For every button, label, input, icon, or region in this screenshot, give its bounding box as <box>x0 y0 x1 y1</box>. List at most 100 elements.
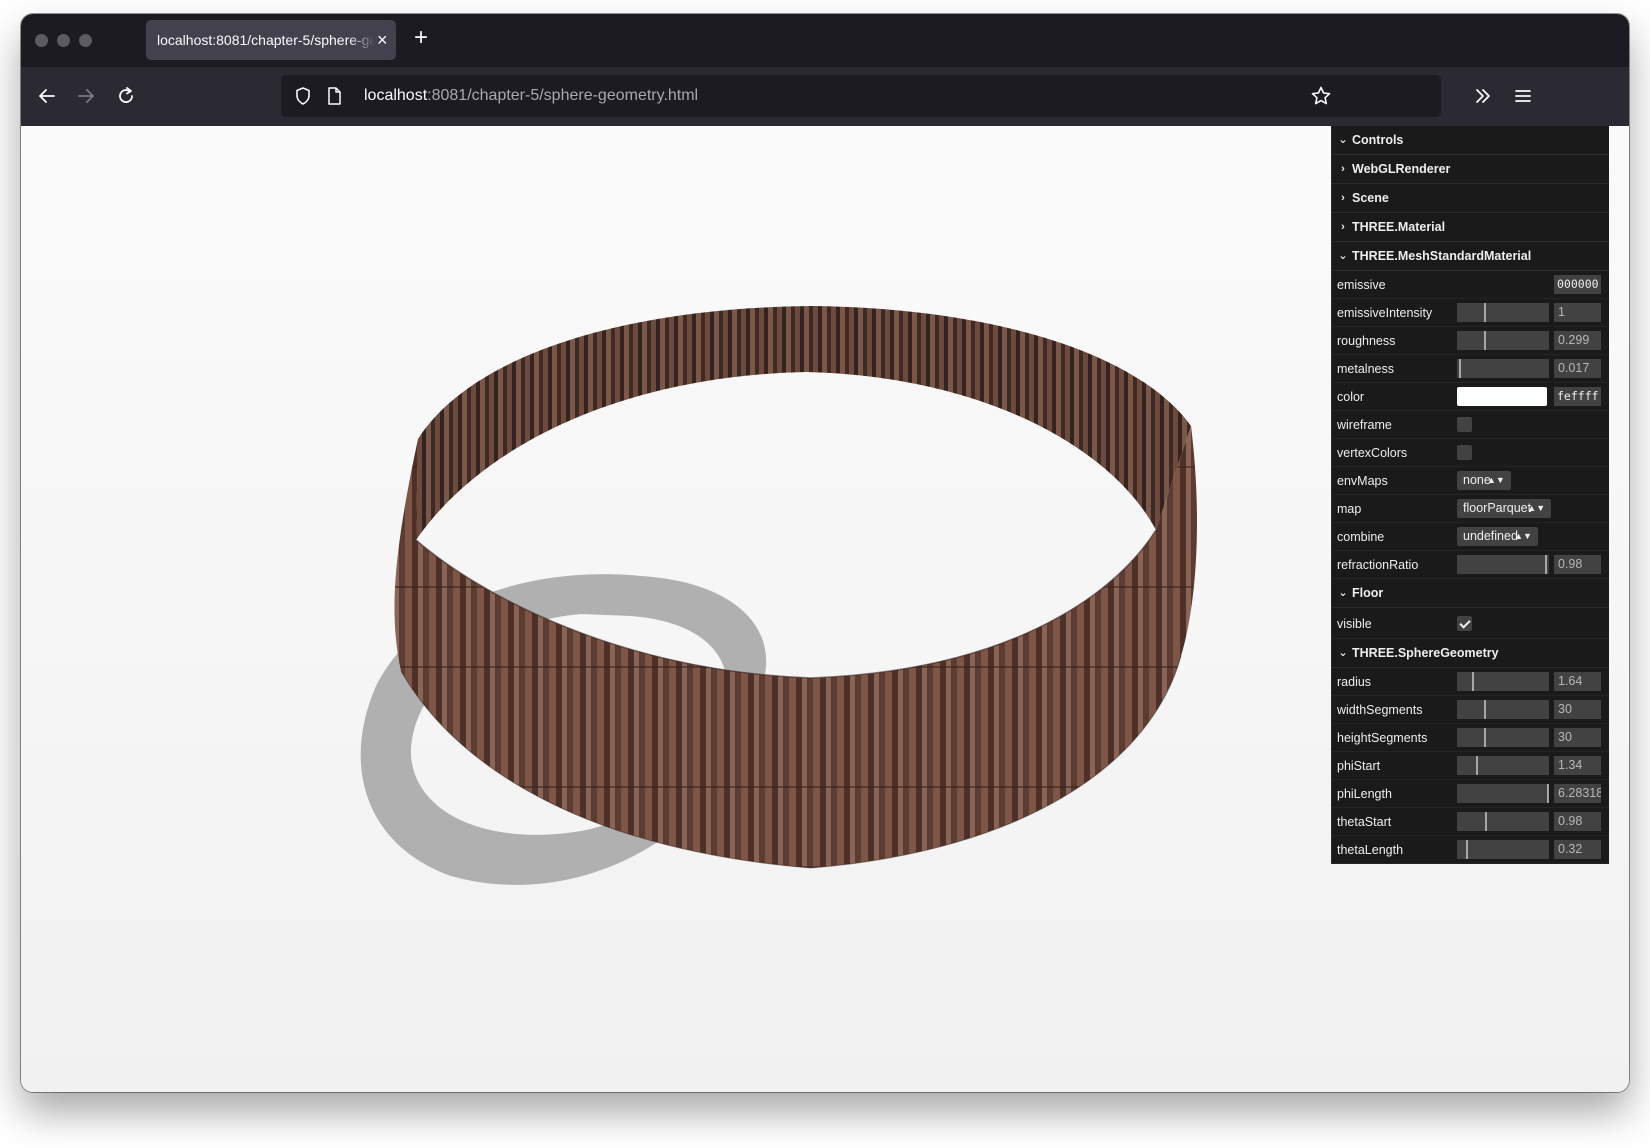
thetastart-slider[interactable] <box>1457 812 1549 831</box>
emissive-label: emissive <box>1337 278 1386 292</box>
vertexcolors-checkbox[interactable] <box>1457 445 1472 460</box>
philength-slider[interactable] <box>1457 784 1549 803</box>
folder-three-material[interactable]: › THREE.Material <box>1332 213 1609 242</box>
thetalength-slider[interactable] <box>1457 840 1549 859</box>
envmaps-select[interactable]: none ▲▼ <box>1457 471 1511 490</box>
combine-select[interactable]: undefined ▲▼ <box>1457 527 1538 546</box>
thetastart-label: thetaStart <box>1337 815 1392 829</box>
tab-close-icon[interactable]: × <box>377 31 388 49</box>
shield-icon[interactable] <box>293 86 313 106</box>
control-heightsegments: heightSegments 30 <box>1332 724 1609 752</box>
slider-thumb[interactable] <box>1485 812 1487 831</box>
folder-scene[interactable]: › Scene <box>1332 184 1609 213</box>
control-philength: phiLength 6.28318 <box>1332 780 1609 808</box>
map-select[interactable]: floorParquet ▲▼ <box>1457 499 1552 518</box>
folder-webglrenderer[interactable]: › WebGLRenderer <box>1332 155 1609 184</box>
refractionratio-input[interactable]: 0.98 <box>1554 555 1601 574</box>
combine-label: combine <box>1337 530 1385 544</box>
roughness-input[interactable]: 0.299 <box>1554 331 1601 350</box>
url-host: localhost <box>364 87 428 104</box>
select-arrows-icon: ▲▼ <box>1486 475 1505 485</box>
select-arrows-icon: ▲▼ <box>1514 531 1532 541</box>
page-icon[interactable] <box>325 86 343 106</box>
hamburger-menu-icon[interactable] <box>1512 85 1534 107</box>
folder-meshstandardmaterial[interactable]: ⌄ THREE.MeshStandardMaterial <box>1332 242 1609 271</box>
slider-thumb[interactable] <box>1547 784 1549 803</box>
wireframe-checkbox[interactable] <box>1457 417 1472 432</box>
chevron-right-icon: › <box>1341 163 1345 175</box>
widthsegments-label: widthSegments <box>1337 703 1423 717</box>
address-bar[interactable]: localhost:8081/chapter-5/sphere-geometry… <box>281 75 1441 117</box>
heightsegments-label: heightSegments <box>1337 731 1428 745</box>
radius-slider[interactable] <box>1457 672 1549 691</box>
philength-label: phiLength <box>1337 787 1392 801</box>
emissive-input[interactable]: 000000 <box>1554 275 1601 294</box>
browser-tab[interactable]: localhost:8081/chapter-5/sphere-geometry… <box>146 20 396 60</box>
radius-label: radius <box>1337 675 1372 689</box>
back-arrow-icon[interactable] <box>36 85 58 107</box>
url-path: :8081/chapter-5/sphere-geometry.html <box>427 87 699 104</box>
slider-thumb[interactable] <box>1484 331 1486 350</box>
wireframe-label: wireframe <box>1337 418 1392 432</box>
control-envmaps: envMaps none ▲▼ <box>1332 467 1609 495</box>
emissiveintensity-input[interactable]: 1 <box>1554 303 1601 322</box>
emissiveintensity-slider[interactable] <box>1457 303 1549 322</box>
slider-thumb[interactable] <box>1459 359 1461 378</box>
control-roughness: roughness 0.299 <box>1332 327 1609 355</box>
slider-thumb[interactable] <box>1484 700 1486 719</box>
control-metalness: metalness 0.017 <box>1332 355 1609 383</box>
thetalength-input[interactable]: 0.32 <box>1554 840 1601 859</box>
control-wireframe: wireframe <box>1332 411 1609 439</box>
slider-thumb[interactable] <box>1466 840 1468 859</box>
control-vertexcolors: vertexColors <box>1332 439 1609 467</box>
metalness-input[interactable]: 0.017 <box>1554 359 1601 378</box>
slider-thumb[interactable] <box>1484 303 1486 322</box>
radius-input[interactable]: 1.64 <box>1554 672 1601 691</box>
new-tab-button[interactable]: + <box>414 26 428 50</box>
heightsegments-slider[interactable] <box>1457 728 1549 747</box>
control-emissive: emissive 000000 <box>1332 271 1609 299</box>
thetalength-label: thetaLength <box>1337 843 1404 857</box>
thetastart-input[interactable]: 0.98 <box>1554 812 1601 831</box>
slider-thumb[interactable] <box>1484 728 1486 747</box>
phistart-slider[interactable] <box>1457 756 1549 775</box>
widthsegments-slider[interactable] <box>1457 700 1549 719</box>
roughness-slider[interactable] <box>1457 331 1549 350</box>
folder-spheregeometry[interactable]: ⌄ THREE.SphereGeometry <box>1332 639 1609 668</box>
folder-controls[interactable]: ⌄ Controls <box>1332 126 1609 155</box>
folder-webglrenderer-label: WebGLRenderer <box>1352 162 1451 176</box>
control-color: color feffff <box>1332 383 1609 411</box>
minimize-window-button[interactable] <box>57 34 70 47</box>
emissiveintensity-label: emissiveIntensity <box>1337 306 1433 320</box>
combine-selected-value: undefined <box>1463 529 1518 543</box>
forward-arrow-icon[interactable] <box>75 85 97 107</box>
chevron-right-icon: › <box>1341 192 1345 204</box>
refractionratio-slider[interactable] <box>1457 555 1549 574</box>
slider-thumb[interactable] <box>1545 555 1547 574</box>
vertexcolors-label: vertexColors <box>1337 446 1408 460</box>
browser-window: localhost:8081/chapter-5/sphere-geometry… <box>21 14 1629 1092</box>
overflow-chevrons-icon[interactable] <box>1472 85 1494 107</box>
map-selected-value: floorParquet <box>1463 501 1532 515</box>
zoom-window-button[interactable] <box>79 34 92 47</box>
widthsegments-input[interactable]: 30 <box>1554 700 1601 719</box>
folder-floor[interactable]: ⌄ Floor <box>1332 579 1609 608</box>
bookmark-star-icon[interactable] <box>1310 85 1332 107</box>
metalness-slider[interactable] <box>1457 359 1549 378</box>
color-input[interactable]: feffff <box>1554 387 1601 406</box>
control-emissiveintensity: emissiveIntensity 1 <box>1332 299 1609 327</box>
folder-floor-label: Floor <box>1352 586 1384 600</box>
slider-thumb[interactable] <box>1472 672 1474 691</box>
url-text[interactable]: localhost:8081/chapter-5/sphere-geometry… <box>364 87 698 105</box>
heightsegments-input[interactable]: 30 <box>1554 728 1601 747</box>
slider-thumb[interactable] <box>1476 756 1478 775</box>
close-window-button[interactable] <box>35 34 48 47</box>
phistart-input[interactable]: 1.34 <box>1554 756 1601 775</box>
navigation-bar: localhost:8081/chapter-5/sphere-geometry… <box>21 67 1629 126</box>
control-map: map floorParquet ▲▼ <box>1332 495 1609 523</box>
visible-checkbox[interactable] <box>1457 616 1472 631</box>
color-swatch[interactable] <box>1457 387 1547 406</box>
webgl-canvas[interactable]: ⌄ Controls › WebGLRenderer › Scene › THR… <box>21 126 1629 1092</box>
philength-input[interactable]: 6.28318 <box>1554 784 1601 803</box>
reload-icon[interactable] <box>115 85 137 107</box>
